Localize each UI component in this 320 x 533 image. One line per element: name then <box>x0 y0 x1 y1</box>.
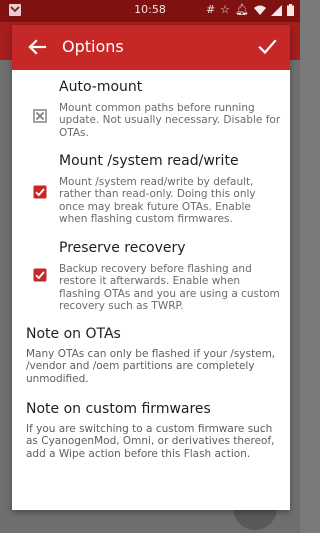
star-icon: ☆ <box>220 3 231 16</box>
option-title: Mount /system read/write <box>59 153 239 169</box>
battery-icon <box>287 4 294 16</box>
note-otas: Note on OTAs Many OTAs can only be flash… <box>26 326 284 385</box>
note-title: Note on custom firmwares <box>26 401 211 417</box>
note-text: Many OTAs can only be flashed if your /s… <box>26 348 276 385</box>
checked-checkbox-icon[interactable] <box>33 268 47 282</box>
indeterminate-checkbox-icon[interactable] <box>33 109 47 123</box>
option-title: Preserve recovery <box>59 240 186 256</box>
hash-icon: # <box>205 3 216 16</box>
status-icons: # ☆ 🔔︎ <box>206 4 294 16</box>
checked-checkbox-icon[interactable] <box>33 185 47 199</box>
option-description: Backup recovery before flashing and rest… <box>59 263 280 312</box>
note-text: If you are switching to a custom firmwar… <box>26 423 275 460</box>
options-dialog: Options Auto-mount Mount common paths be… <box>12 25 290 510</box>
dialog-toolbar: Options <box>12 25 290 70</box>
check-icon[interactable] <box>256 36 278 58</box>
note-title: Note on OTAs <box>26 326 121 342</box>
signal-icon <box>271 4 282 16</box>
note-custom-firmwares: Note on custom firmwares If you are swit… <box>26 401 284 460</box>
option-title: Auto-mount <box>59 79 143 95</box>
bell-icon: 🔔︎ <box>235 3 249 16</box>
arrow-left-icon[interactable] <box>26 36 48 58</box>
wifi-icon <box>254 5 266 15</box>
option-description: Mount /system read/write by default, rat… <box>59 176 256 225</box>
dialog-title: Options <box>62 37 124 56</box>
option-description: Mount common paths before running update… <box>59 102 281 139</box>
status-bar: 10:58 # ☆ 🔔︎ <box>0 0 300 22</box>
